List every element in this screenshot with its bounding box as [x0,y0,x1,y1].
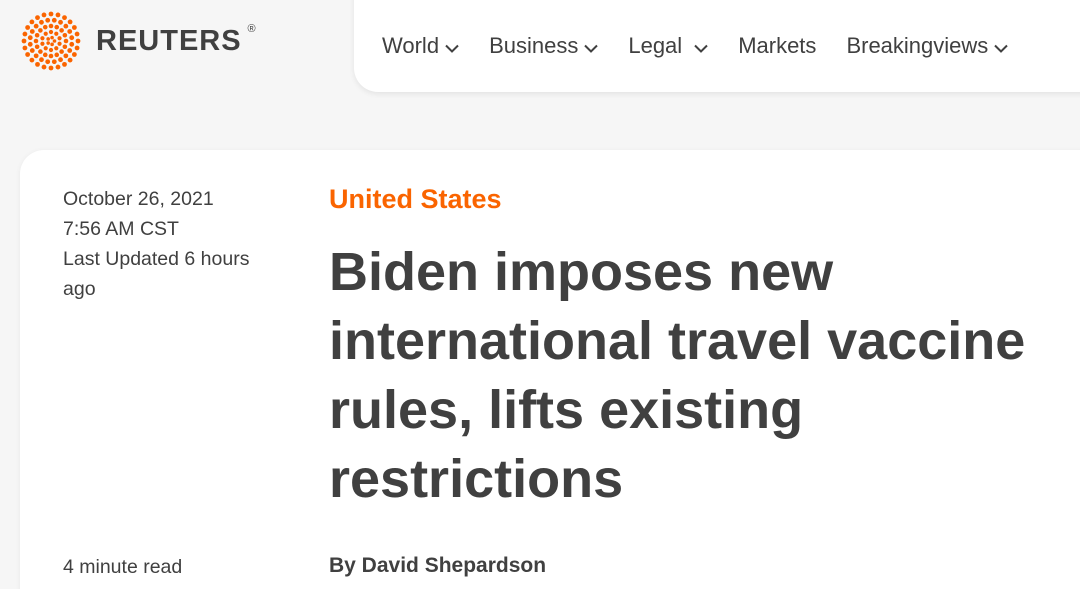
author-link[interactable]: By David Shepardson [329,554,546,577]
nav-item-label: Markets [738,33,817,58]
nav-item-legal[interactable]: Legal [628,33,708,59]
brand-name: REUTERS ® [96,22,256,57]
last-updated: Last Updated 6 hours ago [63,248,250,300]
nav-item-label: Business [489,33,579,58]
publish-date: October 26, 2021 [63,188,214,210]
section-link[interactable]: United States [329,184,502,215]
nav-item-business[interactable]: Business [489,33,599,59]
top-nav: World Business Legal Markets Breakingvie… [354,0,1080,92]
chevron-down-icon [584,33,599,59]
article-meta: October 26, 2021 7:56 AM CST Last Update… [63,184,273,304]
nav-item-markets[interactable]: Markets [738,33,816,59]
nav-item-breakingviews[interactable]: Breakingviews [846,33,1008,59]
page: REUTERS ® World Business Legal Markets Br… [0,0,1080,589]
chevron-down-icon [694,33,708,59]
reuters-logo-icon [21,11,81,71]
article-headline: Biden imposes new international travel v… [329,242,1026,509]
publish-time: 7:56 AM CST [63,218,179,240]
nav-item-world[interactable]: World [382,33,459,59]
nav-item-label: Legal [628,33,683,58]
article-card: October 26, 2021 7:56 AM CST Last Update… [20,150,1080,589]
nav-item-label: Breakingviews [846,33,989,58]
nav-item-label: World [382,33,440,58]
byline: By David Shepardson [329,554,546,578]
chevron-down-icon [994,33,1008,59]
chevron-down-icon [445,33,459,59]
read-time: 4 minute read [63,556,183,578]
reuters-logo[interactable]: REUTERS ® [20,10,256,72]
